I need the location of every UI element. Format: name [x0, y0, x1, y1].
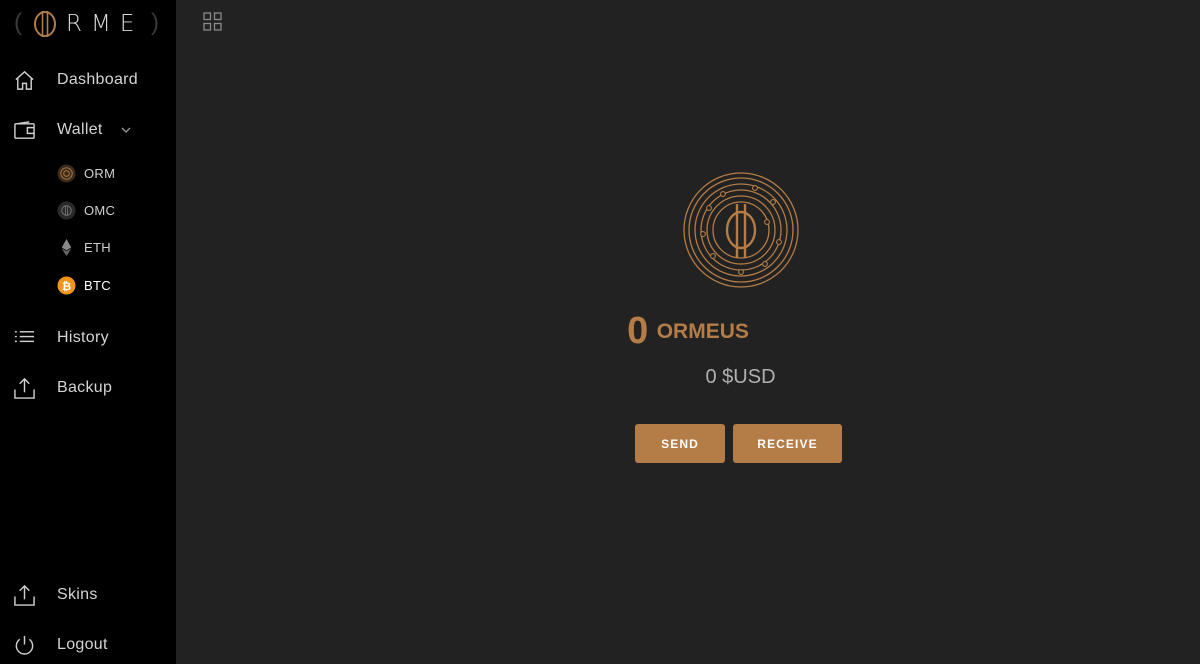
app-window: ( RME ) Dashboard Wallet ORM OMC ETH ₿ B…	[0, 0, 1200, 664]
sidebar-item-label: Logout	[57, 636, 108, 653]
eth-icon	[61, 238, 72, 256]
wallet-subitem-omc[interactable]: OMC	[0, 196, 176, 224]
logo-bracket-right: )	[151, 9, 159, 36]
upload-icon	[13, 584, 36, 607]
balance-amount: 0	[627, 310, 649, 352]
wallet-subitem-label: ETH	[84, 239, 111, 255]
wallet-subitem-label: ORM	[84, 165, 116, 181]
omc-coin-icon	[57, 200, 76, 220]
ormeus-coin-icon	[683, 172, 799, 288]
receive-button[interactable]: RECEIVE	[733, 424, 842, 463]
sidebar-item-dashboard[interactable]: Dashboard	[0, 62, 176, 98]
svg-text:₿: ₿	[62, 278, 71, 292]
main-content: 0 ORMEUS 0 $USD SEND RECEIVE	[176, 0, 1200, 664]
usd-value: 0 $USD	[705, 366, 776, 388]
orm-coin-icon	[57, 163, 76, 183]
wallet-subitem-btc[interactable]: ₿ BTC	[0, 271, 176, 299]
sidebar-item-wallet[interactable]: Wallet	[0, 112, 176, 148]
upload-icon	[13, 377, 36, 400]
sidebar-item-label: Wallet	[57, 121, 103, 138]
logo-text: RME	[66, 11, 144, 37]
btc-icon: ₿	[57, 275, 76, 295]
logo-bracket-left: (	[14, 9, 22, 36]
sidebar-item-label: History	[57, 329, 109, 346]
sidebar-item-backup[interactable]: Backup	[0, 370, 176, 406]
wallet-subitem-label: BTC	[84, 277, 111, 293]
chevron-down-icon	[121, 127, 131, 133]
sidebar-item-history[interactable]: History	[0, 320, 176, 356]
sidebar-item-logout[interactable]: Logout	[0, 627, 176, 663]
send-button[interactable]: SEND	[635, 424, 725, 463]
grid-icon[interactable]	[203, 12, 222, 31]
list-icon	[13, 327, 36, 350]
sidebar-item-label: Skins	[57, 586, 98, 603]
wallet-icon	[13, 119, 36, 142]
sidebar-item-label: Dashboard	[57, 71, 138, 88]
balance-unit: ORMEUS	[656, 319, 749, 343]
wallet-subitem-orm[interactable]: ORM	[0, 159, 176, 187]
balance-display: 0 ORMEUS	[176, 310, 1200, 353]
home-icon	[13, 69, 36, 92]
sidebar: ( RME ) Dashboard Wallet ORM OMC ETH ₿ B…	[0, 0, 176, 664]
power-icon	[13, 634, 36, 657]
wallet-subitem-label: OMC	[84, 202, 116, 218]
logo: ( RME )	[14, 4, 159, 44]
ormeus-logo-icon	[34, 11, 56, 37]
wallet-subitem-eth[interactable]: ETH	[0, 233, 176, 261]
sidebar-item-label: Backup	[57, 379, 113, 396]
sidebar-item-skins[interactable]: Skins	[0, 577, 176, 613]
